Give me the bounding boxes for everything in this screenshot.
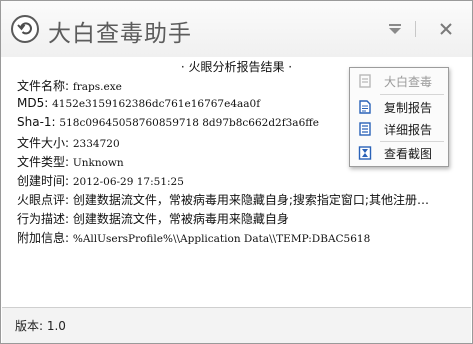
field-label: Sha-1: [17, 115, 56, 129]
close-button[interactable] [438, 21, 454, 37]
menu-item-copy-report[interactable]: 复制报告 [350, 96, 448, 118]
field-sha1: Sha-1: 518c09645058760859718 8d97b8c662d… [17, 115, 319, 129]
field-behavior: 行为描述: 创建数据流文件，常被病毒用来隐藏自身 [17, 210, 289, 227]
field-label: 创建时间: [17, 174, 70, 188]
back-arrow-icon [17, 22, 32, 35]
menu-button[interactable] [387, 21, 403, 37]
app-title: 大白查毒助手 [48, 21, 192, 47]
dropdown-menu-icon [389, 24, 401, 34]
menu-item-label: 查看截图 [384, 147, 433, 161]
menu-item-scan[interactable]: 大白查毒 [350, 70, 448, 92]
field-label: 文件大小: [17, 136, 70, 150]
field-file-type: 文件类型: Unknown [17, 153, 124, 170]
field-label: 文件类型: [17, 155, 70, 169]
scan-icon [359, 74, 371, 88]
back-button[interactable] [11, 15, 39, 43]
field-value: 创建数据流文件，常被病毒用来隐藏自身 [72, 212, 289, 226]
title-separator [415, 21, 416, 37]
field-md5: MD5: 4152e3159162386dc761e16767e4aa0f [17, 96, 260, 110]
context-menu: 大白查毒 复制报告 详细报告 查看截图 [349, 67, 449, 167]
menu-item-view-screenshot[interactable]: 查看截图 [350, 142, 448, 164]
field-label: 文件名称: [17, 79, 70, 93]
menu-item-label: 复制报告 [384, 101, 433, 115]
field-label: MD5: [17, 96, 49, 110]
field-value: 2334720 [72, 138, 120, 150]
field-file-name: 文件名称: fraps.exe [17, 77, 122, 94]
menu-item-label: 详细报告 [384, 123, 433, 137]
field-value: %AllUsersProfile%\\Application Data\\TEM… [72, 233, 371, 245]
menu-separator [380, 94, 444, 95]
menu-item-label: 大白查毒 [384, 75, 433, 89]
field-value: Unknown [72, 157, 124, 169]
field-value: fraps.exe [72, 81, 122, 93]
close-icon [440, 23, 452, 35]
main-window: 大白查毒助手 · 火眼分析报告结果 · 文件名称: fraps.exe MD5:… [0, 0, 473, 344]
detail-report-icon [359, 122, 371, 136]
field-created-time: 创建时间: 2012-06-29 17:51:25 [17, 172, 184, 189]
field-label: 附加信息: [17, 231, 70, 245]
field-label: 行为描述: [17, 212, 70, 226]
field-file-size: 文件大小: 2334720 [17, 134, 120, 151]
field-value: 4152e3159162386dc761e16767e4aa0f [52, 98, 261, 110]
status-bar: 版本: 1.0 [2, 308, 471, 343]
title-bar: 大白查毒助手 [1, 1, 472, 57]
screenshot-icon [358, 146, 372, 160]
field-value: 518c09645058760859718 8d97b8c662d2f3a6ff… [59, 117, 319, 129]
field-extra-info: 附加信息: %AllUsersProfile%\\Application Dat… [17, 229, 370, 246]
field-comment: 火眼点评: 创建数据流文件，常被病毒用来隐藏自身;搜索指定窗口;其他注册… [17, 191, 429, 208]
field-value: 2012-06-29 17:51:25 [72, 176, 184, 188]
menu-item-detail-report[interactable]: 详细报告 [350, 118, 448, 140]
field-label: 火眼点评: [17, 193, 70, 207]
copy-document-icon [359, 100, 371, 114]
field-value: 创建数据流文件，常被病毒用来隐藏自身;搜索指定窗口;其他注册… [72, 193, 429, 207]
version-text: 版本: 1.0 [15, 319, 66, 333]
